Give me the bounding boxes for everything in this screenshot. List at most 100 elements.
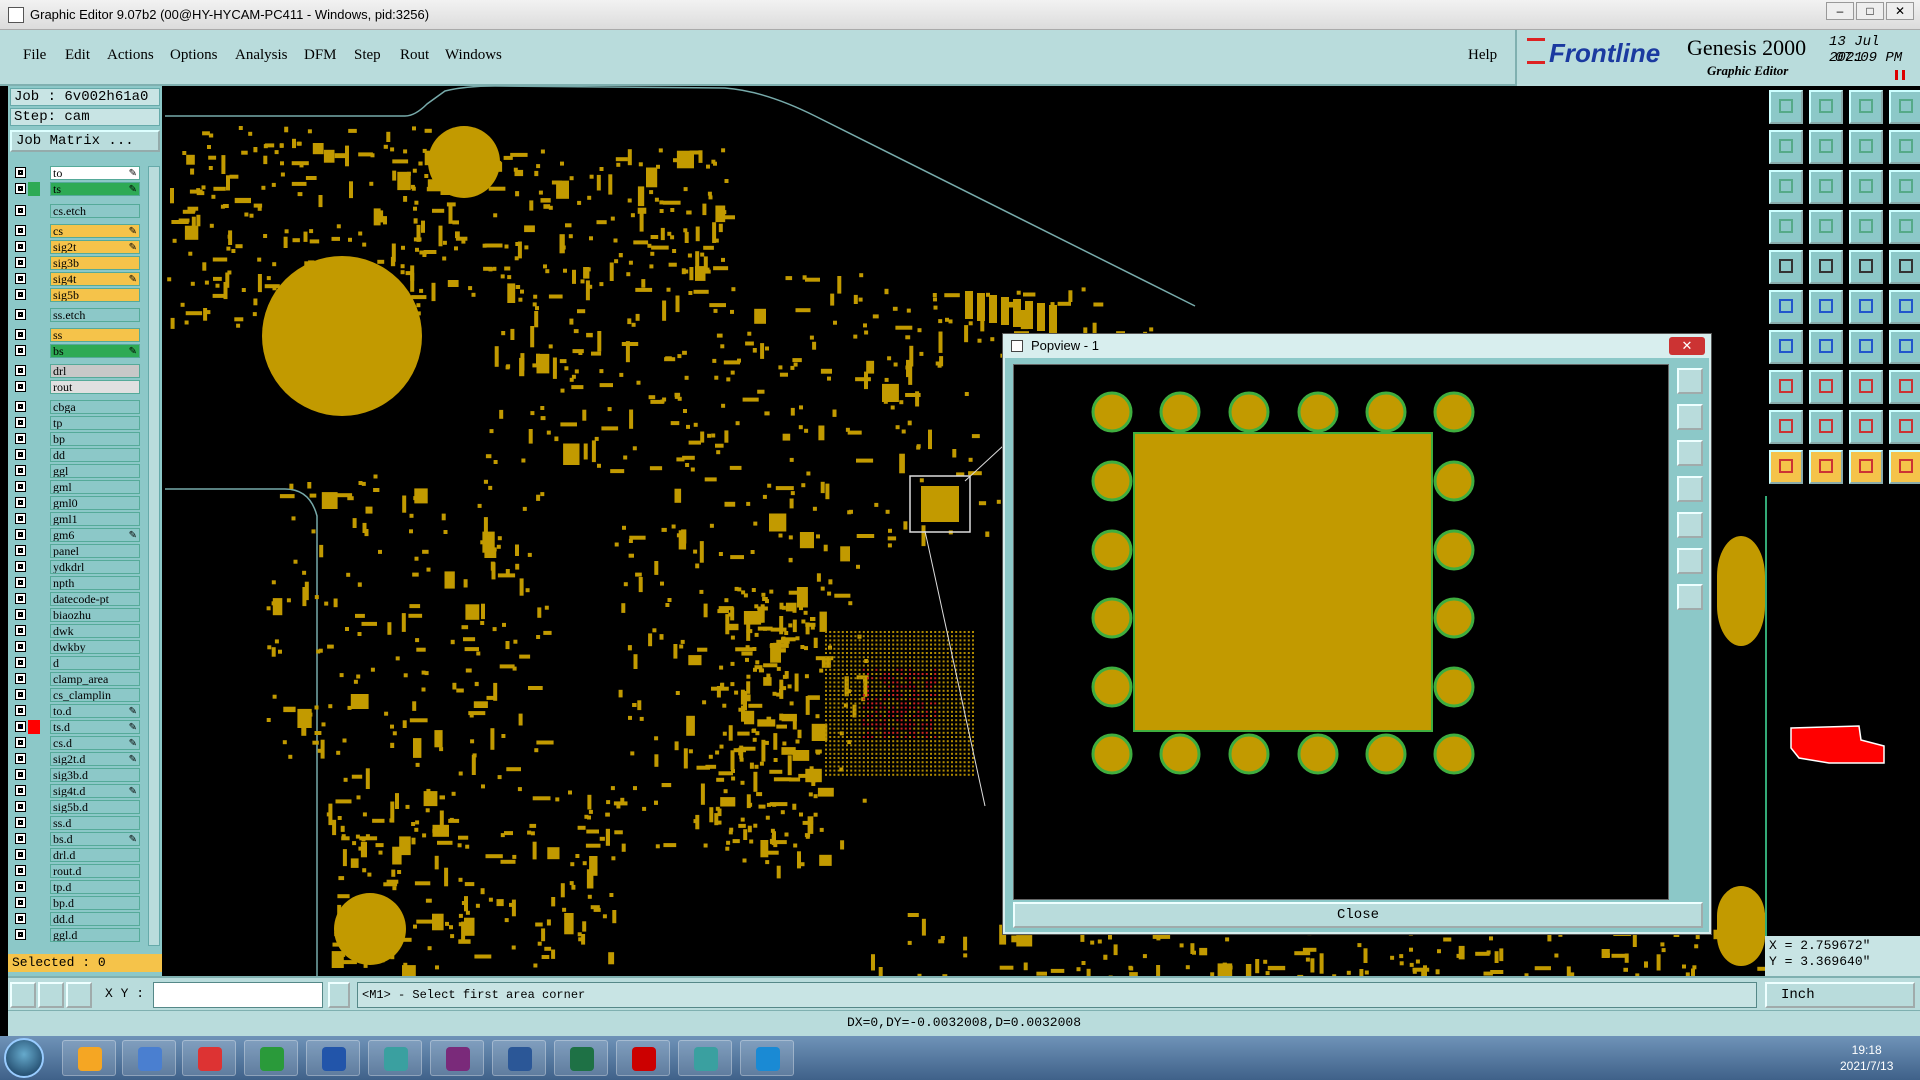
layer-row[interactable]: bs ✎ <box>10 344 146 358</box>
layer-checkbox[interactable] <box>15 625 26 636</box>
tool-button[interactable] <box>1889 210 1920 244</box>
layer-checkbox[interactable] <box>15 593 26 604</box>
layer-checkbox[interactable] <box>15 561 26 572</box>
layer-name[interactable]: sig3b.d <box>50 768 140 782</box>
layer-name[interactable]: sig5b.d <box>50 800 140 814</box>
layer-row[interactable]: bs.d ✎ <box>10 832 146 846</box>
menu-rout[interactable]: Rout <box>400 47 429 64</box>
layer-scrollbar[interactable] <box>148 166 160 946</box>
tool-button[interactable] <box>1769 450 1803 484</box>
layer-row[interactable]: bp <box>10 432 146 446</box>
layer-checkbox[interactable] <box>15 513 26 524</box>
layer-row[interactable]: rout <box>10 380 146 394</box>
layer-name[interactable]: cbga <box>50 400 140 414</box>
layer-row[interactable]: sig3b <box>10 256 146 270</box>
tool-button[interactable] <box>1769 410 1803 444</box>
layer-name[interactable]: sig4t ✎ <box>50 272 140 286</box>
layer-name[interactable]: dwkby <box>50 640 140 654</box>
tool-button[interactable] <box>1849 170 1883 204</box>
layer-checkbox[interactable] <box>15 465 26 476</box>
layer-name[interactable]: bs ✎ <box>50 344 140 358</box>
taskbar-app-3[interactable] <box>182 1040 236 1076</box>
tool-button[interactable] <box>1849 370 1883 404</box>
taskbar-app-5[interactable] <box>306 1040 360 1076</box>
layer-row[interactable]: ss.d <box>10 816 146 830</box>
start-button[interactable] <box>4 1038 44 1078</box>
layer-checkbox[interactable] <box>15 449 26 460</box>
layer-row[interactable]: ggl <box>10 464 146 478</box>
layer-name[interactable]: rout.d <box>50 864 140 878</box>
layer-checkbox[interactable] <box>15 737 26 748</box>
layer-checkbox[interactable] <box>15 929 26 940</box>
layer-name[interactable]: dd <box>50 448 140 462</box>
taskbar-app-7[interactable] <box>430 1040 484 1076</box>
taskbar-excel-icon[interactable] <box>554 1040 608 1076</box>
layer-checkbox[interactable] <box>15 865 26 876</box>
close-window-button[interactable]: ✕ <box>1886 2 1914 20</box>
layer-name[interactable]: cs_clamplin <box>50 688 140 702</box>
layer-name[interactable]: ts ✎ <box>50 182 140 196</box>
layer-name[interactable]: tp.d <box>50 880 140 894</box>
layer-row[interactable]: clamp_area <box>10 672 146 686</box>
layer-checkbox[interactable] <box>15 241 26 252</box>
layer-row[interactable]: ss.etch <box>10 308 146 322</box>
layer-checkbox[interactable] <box>15 529 26 540</box>
layer-name[interactable]: bp.d <box>50 896 140 910</box>
popview-tool-button[interactable] <box>1677 368 1703 394</box>
tool-button[interactable] <box>1809 450 1843 484</box>
layer-name[interactable]: tp <box>50 416 140 430</box>
taskbar-app-11[interactable] <box>678 1040 732 1076</box>
layer-row[interactable]: d <box>10 656 146 670</box>
layer-checkbox[interactable] <box>15 609 26 620</box>
taskbar-app-12[interactable] <box>740 1040 794 1076</box>
layer-name[interactable]: sig3b <box>50 256 140 270</box>
tool-button[interactable] <box>1769 130 1803 164</box>
layer-row[interactable]: dd <box>10 448 146 462</box>
layer-name[interactable]: sig2t.d ✎ <box>50 752 140 766</box>
tool-button[interactable] <box>1809 250 1843 284</box>
popview-tool-button[interactable] <box>1677 476 1703 502</box>
layer-name[interactable]: gml0 <box>50 496 140 510</box>
layer-checkbox[interactable] <box>15 849 26 860</box>
layer-row[interactable]: ss <box>10 328 146 342</box>
popview-tool-button[interactable] <box>1677 548 1703 574</box>
tool-button[interactable] <box>1889 130 1920 164</box>
tool-button[interactable] <box>1849 410 1883 444</box>
layer-checkbox[interactable] <box>15 205 26 216</box>
tool-button[interactable] <box>1809 330 1843 364</box>
layer-row[interactable]: tp <box>10 416 146 430</box>
layer-checkbox[interactable] <box>15 577 26 588</box>
layer-row[interactable]: cbga <box>10 400 146 414</box>
layer-name[interactable]: ydkdrl <box>50 560 140 574</box>
zoom-area-button[interactable] <box>10 982 36 1008</box>
layer-checkbox[interactable] <box>15 673 26 684</box>
layer-checkbox[interactable] <box>15 365 26 376</box>
maximize-button[interactable]: □ <box>1856 2 1884 20</box>
layer-row[interactable]: datecode-pt <box>10 592 146 606</box>
layer-name[interactable]: drl.d <box>50 848 140 862</box>
layer-name[interactable]: dwk <box>50 624 140 638</box>
layer-checkbox[interactable] <box>15 345 26 356</box>
layer-row[interactable]: sig4t ✎ <box>10 272 146 286</box>
layer-name[interactable]: ggl <box>50 464 140 478</box>
layer-checkbox[interactable] <box>15 401 26 412</box>
layer-name[interactable]: cs ✎ <box>50 224 140 238</box>
overview-pane[interactable] <box>1765 496 1920 976</box>
layer-checkbox[interactable] <box>15 881 26 892</box>
layer-name[interactable]: datecode-pt <box>50 592 140 606</box>
tool-button[interactable] <box>1889 450 1920 484</box>
taskbar-clock[interactable]: 19:18 2021/7/13 <box>1840 1042 1893 1074</box>
popview-close-button[interactable]: Close <box>1013 902 1703 928</box>
layer-row[interactable]: gml0 <box>10 496 146 510</box>
layer-checkbox[interactable] <box>15 309 26 320</box>
layer-row[interactable]: dwk <box>10 624 146 638</box>
tool-button[interactable] <box>1849 450 1883 484</box>
layer-name[interactable]: dd.d <box>50 912 140 926</box>
layer-row[interactable]: sig3b.d <box>10 768 146 782</box>
menu-dfm[interactable]: DFM <box>304 47 337 64</box>
tool-button[interactable] <box>1849 290 1883 324</box>
tool-button[interactable] <box>1809 370 1843 404</box>
layer-name[interactable]: gml <box>50 480 140 494</box>
layer-row[interactable]: gml <box>10 480 146 494</box>
menu-help[interactable]: Help <box>1468 47 1497 64</box>
